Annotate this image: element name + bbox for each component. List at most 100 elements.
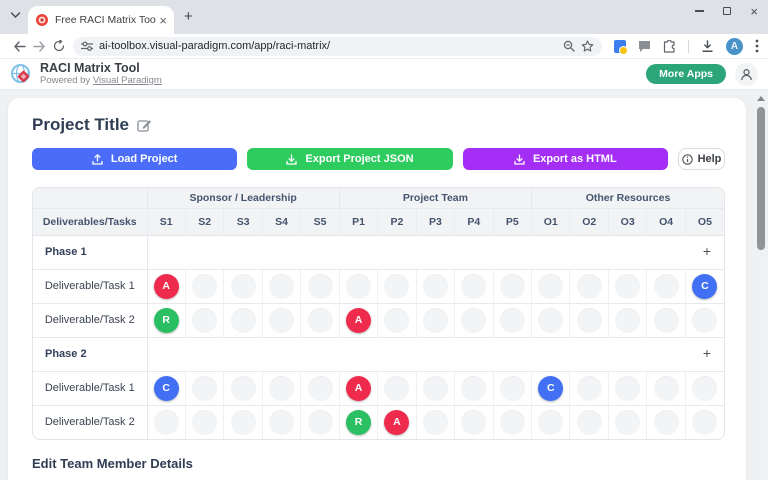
docs-extension-icon[interactable] [614,40,626,53]
raci-cell-O3[interactable] [615,410,640,435]
scrollbar-up-arrow-icon[interactable] [757,96,765,101]
raci-cell-O2[interactable] [577,376,602,401]
raci-cell-S2[interactable] [192,308,217,333]
raci-cell-P3[interactable] [423,410,448,435]
raci-cell-O1[interactable] [538,274,563,299]
raci-cell-O4[interactable] [654,274,679,299]
site-settings-tune-icon[interactable] [81,41,93,51]
raci-cell-O3[interactable] [615,308,640,333]
add-task-button[interactable]: + [703,345,711,361]
phase-label[interactable]: Phase 2 [33,337,147,371]
export-json-button[interactable]: Export Project JSON [247,148,452,170]
forward-icon[interactable] [29,41,49,52]
raci-cell-S4[interactable] [269,410,294,435]
task-label[interactable]: Deliverable/Task 1 [33,269,147,303]
help-button[interactable]: Help [678,148,725,170]
window-minimize-button[interactable] [695,10,704,11]
col-header-P2[interactable]: P2 [378,208,416,235]
raci-cell-P3[interactable] [423,308,448,333]
raci-cell-O4[interactable] [654,410,679,435]
address-bar[interactable]: ai-toolbox.visual-paradigm.com/app/raci-… [73,37,602,56]
tab-search-chevron-icon[interactable] [10,11,21,19]
raci-cell-P3[interactable] [423,274,448,299]
raci-badge-S1-C[interactable]: C [154,376,179,401]
extensions-puzzle-icon[interactable] [663,40,676,53]
raci-badge-O1-C[interactable]: C [538,376,563,401]
raci-cell-P1[interactable] [346,274,371,299]
raci-cell-S4[interactable] [269,308,294,333]
raci-cell-P2[interactable] [384,274,409,299]
page-scrollbar[interactable] [754,90,768,480]
load-project-button[interactable]: Load Project [32,148,237,170]
window-maximize-button[interactable] [723,7,731,15]
window-close-button[interactable]: × [750,5,758,18]
raci-cell-O5[interactable] [692,308,717,333]
raci-cell-S2[interactable] [192,274,217,299]
raci-cell-S5[interactable] [308,410,333,435]
raci-cell-S5[interactable] [308,308,333,333]
task-label[interactable]: Deliverable/Task 2 [33,405,147,439]
tab-close-icon[interactable]: × [159,14,167,27]
col-header-O4[interactable]: O4 [647,208,685,235]
more-apps-button[interactable]: More Apps [646,64,726,84]
downloads-icon[interactable] [701,40,714,53]
raci-cell-S2[interactable] [192,410,217,435]
raci-cell-O1[interactable] [538,308,563,333]
col-header-S2[interactable]: S2 [185,208,223,235]
col-header-P4[interactable]: P4 [455,208,493,235]
raci-cell-S2[interactable] [192,376,217,401]
bookmark-star-icon[interactable] [581,40,594,53]
task-label[interactable]: Deliverable/Task 2 [33,303,147,337]
raci-cell-O4[interactable] [654,308,679,333]
scrollbar-thumb[interactable] [757,107,765,250]
col-header-O3[interactable]: O3 [608,208,646,235]
col-header-P1[interactable]: P1 [339,208,377,235]
col-header-O5[interactable]: O5 [685,208,724,235]
raci-cell-O3[interactable] [615,274,640,299]
raci-cell-S5[interactable] [308,376,333,401]
raci-cell-P3[interactable] [423,376,448,401]
zoom-icon[interactable] [563,40,575,52]
task-label[interactable]: Deliverable/Task 1 [33,371,147,405]
raci-cell-P2[interactable] [384,376,409,401]
raci-cell-P5[interactable] [500,308,525,333]
col-header-P5[interactable]: P5 [493,208,531,235]
export-html-button[interactable]: Export as HTML [463,148,668,170]
profile-avatar[interactable]: A [726,38,743,55]
raci-badge-S1-R[interactable]: R [154,308,179,333]
raci-cell-S3[interactable] [231,410,256,435]
col-header-S5[interactable]: S5 [301,208,339,235]
raci-badge-P1-A[interactable]: A [346,376,371,401]
raci-cell-O2[interactable] [577,410,602,435]
raci-cell-O2[interactable] [577,274,602,299]
raci-cell-S3[interactable] [231,376,256,401]
phase-label[interactable]: Phase 1 [33,235,147,269]
raci-badge-P1-R[interactable]: R [346,410,371,435]
chat-extension-icon[interactable] [638,40,651,52]
raci-badge-P1-A[interactable]: A [346,308,371,333]
col-header-O2[interactable]: O2 [570,208,608,235]
new-tab-button[interactable]: + [184,8,193,25]
raci-cell-S4[interactable] [269,376,294,401]
col-header-S1[interactable]: S1 [147,208,185,235]
raci-cell-O5[interactable] [692,410,717,435]
raci-cell-P4[interactable] [461,274,486,299]
browser-tab[interactable]: Free RACI Matrix Tool | Assign R × [28,6,174,34]
visual-paradigm-link[interactable]: Visual Paradigm [93,75,162,86]
raci-badge-O5-C[interactable]: C [692,274,717,299]
raci-cell-O4[interactable] [654,376,679,401]
add-task-button[interactable]: + [703,243,711,259]
raci-cell-S1[interactable] [154,410,179,435]
url-text[interactable]: ai-toolbox.visual-paradigm.com/app/raci-… [99,40,557,52]
raci-cell-O2[interactable] [577,308,602,333]
raci-cell-O3[interactable] [615,376,640,401]
raci-cell-P4[interactable] [461,308,486,333]
raci-cell-P5[interactable] [500,274,525,299]
raci-cell-P4[interactable] [461,410,486,435]
raci-cell-O1[interactable] [538,410,563,435]
raci-cell-P2[interactable] [384,308,409,333]
col-header-S3[interactable]: S3 [224,208,262,235]
raci-cell-S5[interactable] [308,274,333,299]
raci-cell-S3[interactable] [231,308,256,333]
raci-cell-P5[interactable] [500,410,525,435]
